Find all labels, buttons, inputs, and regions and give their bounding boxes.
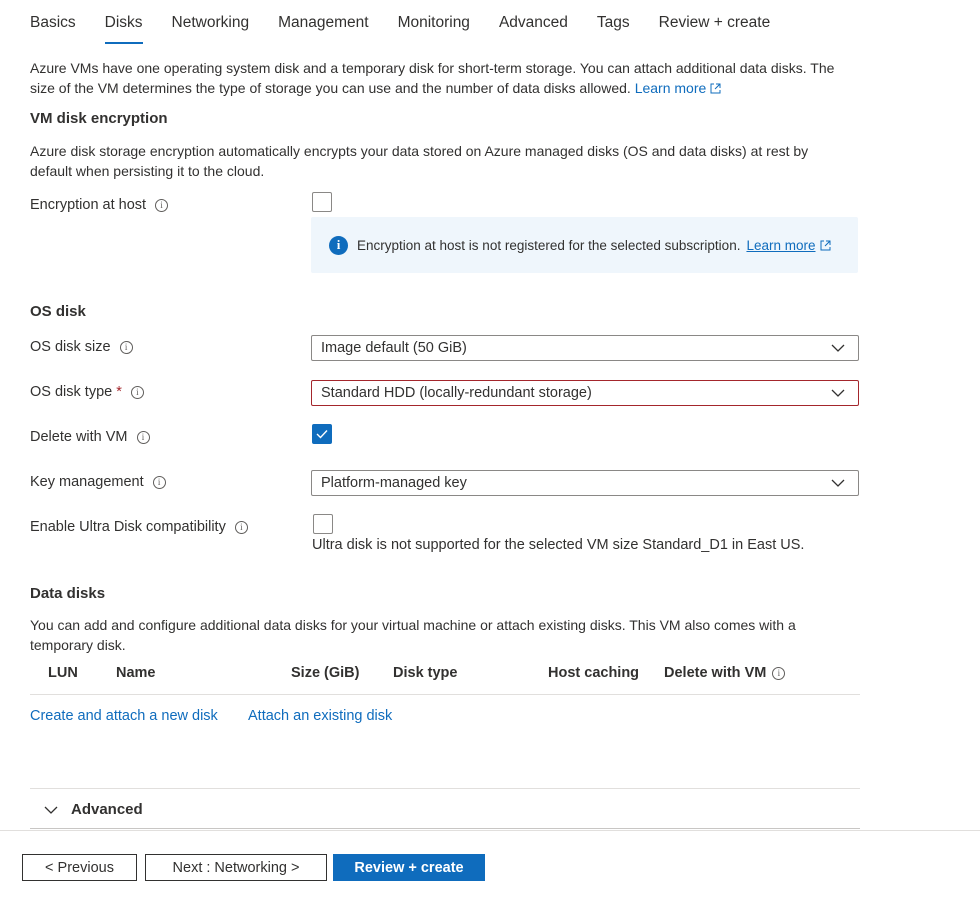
intro-text: Azure VMs have one operating system disk…: [30, 58, 850, 98]
chevron-down-icon: [44, 806, 58, 814]
advanced-bottom-divider: [30, 828, 860, 829]
ultra-disk-checkbox[interactable]: [313, 514, 333, 534]
encryption-host-label-text: Encryption at host: [30, 197, 147, 213]
ultra-disk-label-text: Enable Ultra Disk compatibility: [30, 519, 226, 535]
tab-tags[interactable]: Tags: [597, 0, 630, 46]
chevron-down-icon: [818, 389, 858, 397]
os-disk-type-label-text: OS disk type: [30, 384, 113, 400]
encryption-notice-text: Encryption at host is not registered for…: [357, 237, 741, 253]
encryption-host-checkbox[interactable]: [312, 192, 332, 212]
encryption-host-label: Encryption at host i: [30, 197, 169, 213]
delete-with-vm-checkbox[interactable]: [312, 424, 332, 444]
info-icon[interactable]: i: [119, 340, 133, 354]
os-disk-heading: OS disk: [30, 303, 86, 320]
info-icon[interactable]: i: [155, 198, 169, 212]
data-disks-heading: Data disks: [30, 585, 106, 602]
intro-learn-more-link[interactable]: Learn more: [635, 80, 722, 96]
required-marker: *: [116, 384, 122, 400]
review-create-button[interactable]: Review + create: [333, 854, 485, 881]
delete-with-vm-label: Delete with VM i: [30, 429, 150, 445]
column-header-size: Size (GiB): [291, 665, 360, 681]
os-disk-size-value: Image default (50 GiB): [321, 340, 467, 356]
external-link-icon: [710, 83, 721, 94]
data-disks-description: You can add and configure additional dat…: [30, 617, 796, 653]
encryption-notice: i Encryption at host is not registered f…: [311, 217, 858, 273]
os-disk-size-dropdown[interactable]: Image default (50 GiB): [311, 335, 859, 361]
previous-button[interactable]: < Previous: [22, 854, 137, 881]
info-icon[interactable]: i: [136, 430, 150, 444]
attach-existing-disk-link[interactable]: Attach an existing disk: [248, 708, 392, 724]
column-header-lun: LUN: [48, 665, 78, 681]
checkmark-icon: [316, 430, 328, 439]
column-header-name: Name: [116, 665, 156, 681]
tab-review-create[interactable]: Review + create: [659, 0, 771, 46]
key-management-label: Key management i: [30, 474, 166, 490]
tab-management[interactable]: Management: [278, 0, 368, 46]
info-icon[interactable]: i: [152, 475, 166, 489]
tab-monitoring[interactable]: Monitoring: [398, 0, 470, 46]
advanced-top-divider: [30, 788, 860, 789]
os-disk-size-label: OS disk size i: [30, 339, 133, 355]
column-header-delete-with-vm-text: Delete with VM: [664, 665, 767, 681]
advanced-section-toggle[interactable]: Advanced: [44, 801, 143, 818]
encryption-learn-more-label: Learn more: [746, 237, 816, 253]
delete-with-vm-label-text: Delete with VM: [30, 429, 128, 445]
info-circle-icon: i: [329, 235, 348, 255]
os-disk-type-label: OS disk type * i: [30, 384, 144, 400]
info-icon[interactable]: i: [234, 520, 248, 534]
encryption-learn-more-link[interactable]: Learn more: [746, 238, 815, 253]
column-header-disk-type: Disk type: [393, 665, 458, 681]
encryption-description: Azure disk storage encryption automatica…: [30, 143, 809, 179]
external-link-icon: [820, 240, 830, 250]
intro-learn-more-label: Learn more: [634, 80, 707, 96]
tab-networking[interactable]: Networking: [172, 0, 250, 46]
chevron-down-icon: [818, 344, 858, 352]
table-divider: [30, 694, 860, 695]
os-disk-type-value: Standard HDD (locally-redundant storage): [321, 385, 592, 401]
footer-divider: [0, 830, 980, 831]
tab-bar: Basics Disks Networking Management Monit…: [30, 0, 799, 46]
chevron-down-icon: [818, 479, 858, 487]
key-management-value: Platform-managed key: [321, 475, 467, 491]
os-disk-size-label-text: OS disk size: [30, 339, 111, 355]
ultra-disk-note: Ultra disk is not supported for the sele…: [312, 537, 805, 553]
info-icon[interactable]: i: [772, 666, 786, 680]
key-management-label-text: Key management: [30, 474, 144, 490]
create-attach-disk-link[interactable]: Create and attach a new disk: [30, 708, 218, 724]
info-icon[interactable]: i: [130, 385, 144, 399]
encryption-heading: VM disk encryption: [30, 110, 168, 127]
tab-disks[interactable]: Disks: [104, 0, 143, 46]
column-header-host-caching: Host caching: [548, 665, 640, 681]
ultra-disk-label: Enable Ultra Disk compatibility i: [30, 519, 248, 535]
os-disk-type-dropdown[interactable]: Standard HDD (locally-redundant storage): [311, 380, 859, 406]
next-networking-button[interactable]: Next : Networking >: [145, 854, 327, 881]
tab-basics[interactable]: Basics: [30, 0, 76, 46]
key-management-dropdown[interactable]: Platform-managed key: [311, 470, 859, 496]
column-header-delete-with-vm: Delete with VM i: [664, 665, 786, 681]
advanced-section-label: Advanced: [71, 801, 143, 818]
tab-advanced[interactable]: Advanced: [499, 0, 568, 46]
